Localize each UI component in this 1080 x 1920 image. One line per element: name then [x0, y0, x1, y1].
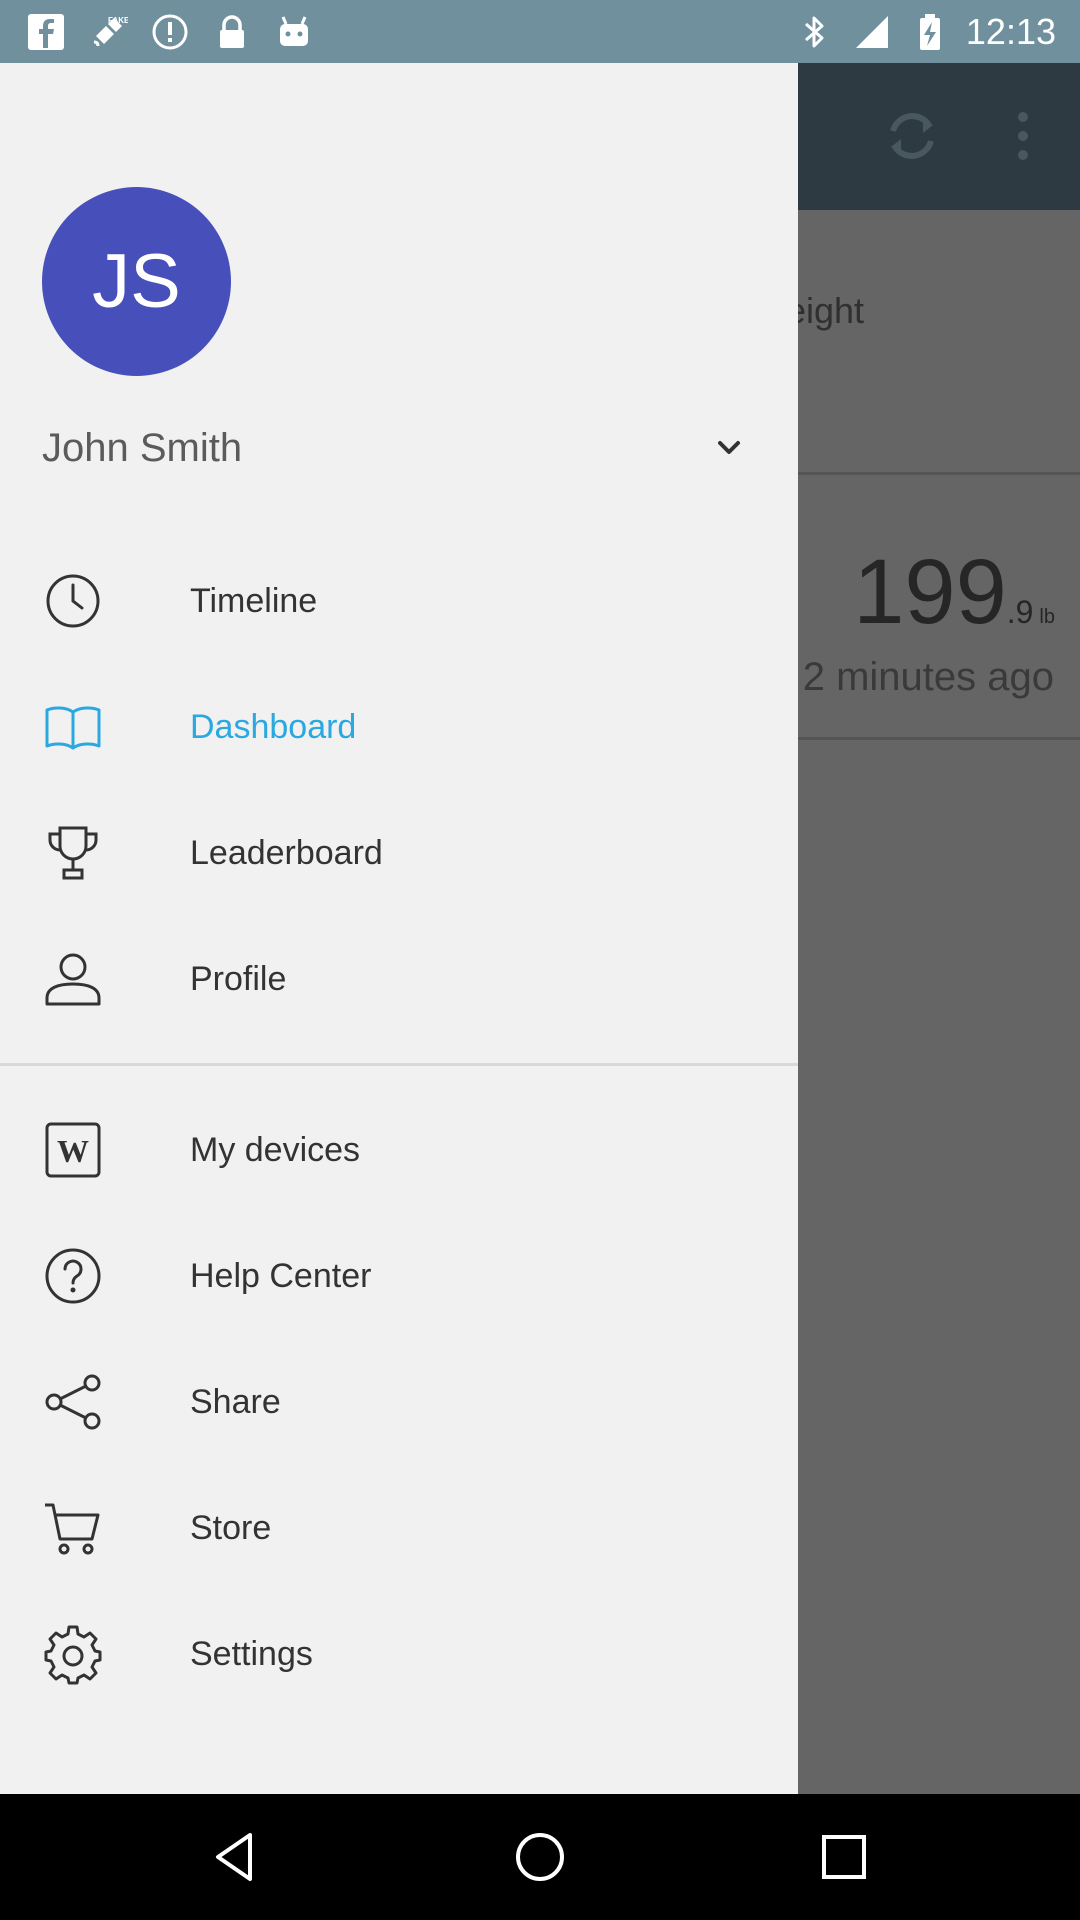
- chevron-down-icon[interactable]: [712, 431, 746, 465]
- drawer-item-label: Help Center: [190, 1256, 372, 1295]
- person-icon: [45, 953, 101, 1006]
- sync-icon[interactable]: [879, 103, 945, 169]
- drawer-item-label: Settings: [190, 1634, 313, 1673]
- weight-value: 199 .9 lb: [853, 540, 1055, 645]
- account-switcher[interactable]: John Smith: [42, 413, 746, 483]
- drawer-item-share[interactable]: Share: [0, 1347, 798, 1457]
- drawer-item-settings[interactable]: Settings: [0, 1599, 798, 1709]
- weight-dec: .9: [1006, 594, 1034, 630]
- home-icon[interactable]: [510, 1827, 570, 1887]
- back-icon[interactable]: [206, 1827, 266, 1887]
- facebook-icon: [28, 13, 64, 50]
- share-icon: [45, 1374, 101, 1430]
- weight-time-ago: 2 minutes ago: [802, 655, 1054, 699]
- svg-text:FAKE: FAKE: [108, 16, 128, 25]
- help-circle-icon: [45, 1248, 101, 1304]
- drawer-item-profile[interactable]: Profile: [0, 924, 798, 1034]
- battery-icon: [919, 13, 940, 50]
- signal-icon: [855, 15, 888, 48]
- drawer-item-label: My devices: [190, 1130, 361, 1169]
- drawer-item-label: Timeline: [190, 581, 318, 620]
- navigation-drawer: JS John Smith Timeline Dashboard Leaderb…: [0, 63, 798, 1794]
- drawer-item-dashboard[interactable]: Dashboard: [0, 672, 798, 782]
- book-icon: [45, 706, 101, 750]
- drawer-item-help-center[interactable]: Help Center: [0, 1221, 798, 1331]
- drawer-item-timeline[interactable]: Timeline: [0, 546, 798, 656]
- status-right-icons: 12:13: [776, 11, 1056, 53]
- drawer-item-label: Profile: [190, 959, 287, 998]
- trophy-icon: [48, 826, 98, 880]
- avatar[interactable]: JS: [42, 187, 231, 376]
- drawer-item-label: Share: [190, 1382, 281, 1421]
- system-nav-bar: [0, 1794, 1080, 1920]
- weight-int: 199: [853, 541, 1007, 643]
- fake-gps-icon: FAKE: [93, 16, 128, 46]
- bluetooth-icon: [804, 16, 824, 47]
- clock-icon: [46, 574, 100, 628]
- more-vert-icon[interactable]: [990, 103, 1056, 169]
- android-icon: [280, 15, 308, 46]
- device-w-icon: W: [45, 1122, 101, 1178]
- gear-icon: [44, 1625, 102, 1685]
- drawer-item-label: Store: [190, 1508, 272, 1547]
- drawer-item-store[interactable]: Store: [0, 1473, 798, 1583]
- drawer-item-label: Dashboard: [190, 707, 357, 746]
- weight-unit: lb: [1039, 606, 1055, 628]
- drawer-item-my-devices[interactable]: W My devices: [0, 1095, 798, 1205]
- svg-text:W: W: [57, 1133, 89, 1169]
- info-alert-icon: [152, 14, 188, 49]
- drawer-item-leaderboard[interactable]: Leaderboard: [0, 798, 798, 908]
- account-name: John Smith: [42, 425, 243, 470]
- avatar-initials: JS: [92, 239, 181, 324]
- status-bar: FAKE 12:13: [0, 0, 1080, 63]
- cart-icon: [45, 1503, 100, 1555]
- status-left-icons: FAKE: [26, 12, 336, 52]
- lock-icon: [220, 14, 244, 48]
- drawer-item-label: Leaderboard: [190, 833, 383, 872]
- recents-icon[interactable]: [814, 1827, 874, 1887]
- status-time: 12:13: [965, 10, 1056, 52]
- drawer-divider: [0, 1063, 798, 1066]
